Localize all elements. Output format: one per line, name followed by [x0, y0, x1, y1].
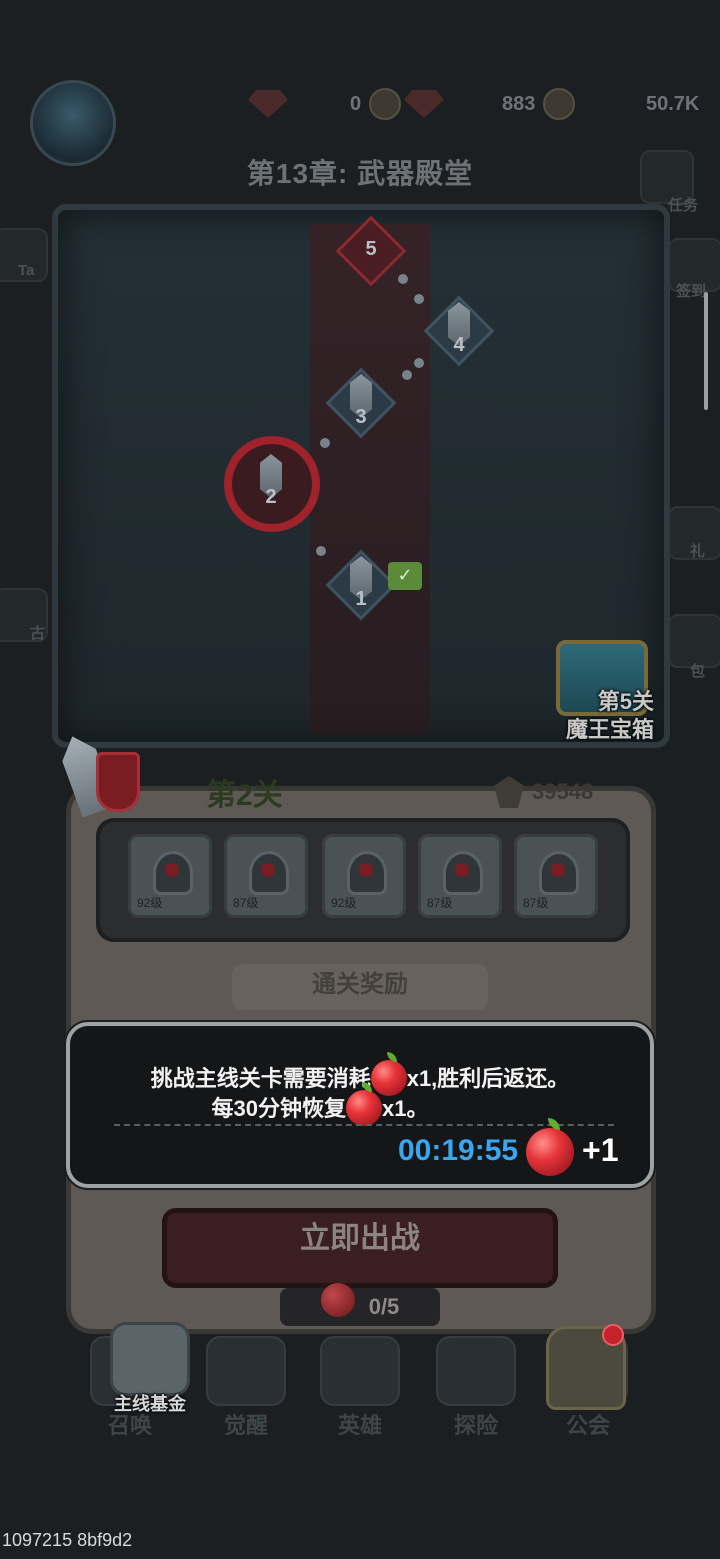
gold-count: 50.7K — [646, 92, 700, 115]
recovery-amount: +1 — [582, 1132, 619, 1168]
gem-dot — [551, 863, 565, 877]
ruby-resource[interactable]: 883 — [404, 84, 576, 124]
diamond-icon — [248, 90, 288, 118]
plus-icon[interactable] — [543, 88, 576, 120]
enemy-level: 87级 — [523, 896, 549, 910]
hero-icon — [320, 1336, 400, 1406]
enemy-card[interactable]: 87级 — [224, 834, 308, 918]
stage-node-5[interactable]: 5 — [335, 215, 407, 287]
gem-dot — [165, 863, 179, 877]
tooltip-text: 挑战主线关卡需要消耗 — [150, 1066, 371, 1091]
adventure-icon — [436, 1336, 516, 1406]
stamina-value: 0/5 — [368, 1294, 400, 1319]
nav-label: 公会 — [565, 1413, 610, 1438]
side-label-gift: 礼 — [690, 543, 706, 560]
chapter-map: 5 4 3 2 1 ✓ 第5关 魔王宝箱 — [52, 204, 670, 748]
tooltip-text: 每30分钟恢复 — [211, 1096, 346, 1121]
tooltip-text: x1,胜利后返还。 — [406, 1066, 570, 1091]
enemy-level: 87级 — [427, 896, 453, 910]
enemy-card[interactable]: 92级 — [322, 834, 406, 918]
chapter-title: 第13章: 武器殿堂 — [246, 158, 474, 189]
side-label-checkin: 签到 — [676, 283, 707, 300]
stage-number: 3 — [355, 406, 367, 428]
nav-label: 英雄 — [337, 1413, 382, 1438]
scrollbar[interactable] — [704, 292, 708, 410]
map-road — [310, 224, 430, 734]
shield-shape — [96, 752, 140, 812]
enemy-card[interactable]: 92级 — [128, 834, 212, 918]
ruby-count: 883 — [502, 92, 536, 115]
power-icon — [494, 776, 524, 808]
fund-label: 主线基金 — [114, 1394, 186, 1414]
tooltip-divider — [114, 1124, 614, 1126]
path-dot — [402, 370, 412, 380]
nav-awaken[interactable]: 觉醒 — [196, 1336, 296, 1440]
path-dot — [414, 294, 424, 304]
mainline-fund-button[interactable]: 主线基金 — [104, 1322, 196, 1414]
path-dot — [398, 274, 408, 284]
side-label-left-1: Ta — [18, 262, 35, 279]
nav-adventure[interactable]: 探险 — [426, 1336, 526, 1440]
wolf-icon — [110, 1322, 190, 1396]
apple-icon — [526, 1118, 574, 1176]
gem-dot — [359, 863, 373, 877]
stage-node-2[interactable]: 2 — [224, 436, 320, 532]
notification-badge — [602, 1324, 624, 1346]
reward-title: 通关奖励 — [232, 964, 488, 1010]
side-label-task: 任务 — [668, 197, 699, 214]
stage-number: 5 — [365, 238, 377, 260]
nav-label: 探险 — [453, 1413, 498, 1438]
stamina-tooltip[interactable]: 挑战主线关卡需要消耗 x1,胜利后返还。 每30分钟恢复 x1。 00:19:55 … — [66, 1022, 654, 1188]
fight-now-button[interactable]: 立即出战 — [162, 1208, 558, 1288]
path-dot — [316, 546, 326, 556]
stage-number: 2 — [265, 486, 277, 508]
path-dot — [414, 358, 424, 368]
nav-label: 觉醒 — [223, 1413, 268, 1438]
stamina-counter: 0/5 — [280, 1283, 440, 1326]
gem-dot — [261, 863, 275, 877]
enemy-level: 87级 — [233, 896, 259, 910]
tooltip-line-2: 每30分钟恢复 x1。 — [30, 1082, 610, 1126]
stage-number: 4 — [453, 334, 465, 356]
stage-node-1[interactable]: 1 — [325, 549, 397, 621]
nav-heroes[interactable]: 英雄 — [310, 1336, 410, 1440]
enemy-power: 39548 — [494, 776, 593, 808]
recovery-timer: 00:19:55 — [398, 1134, 519, 1167]
build-id: 1097215 8bf9d2 — [2, 1530, 133, 1550]
enemy-level: 92级 — [331, 896, 357, 910]
enemy-card[interactable]: 87级 — [418, 834, 502, 918]
side-label-left-2: 古 — [30, 625, 46, 642]
diamond-resource[interactable]: 0 — [248, 84, 402, 124]
cleared-flag-icon: ✓ — [388, 562, 422, 590]
awaken-icon — [206, 1336, 286, 1406]
gold-resource[interactable]: 50.7K — [646, 84, 699, 124]
tooltip-text: x1。 — [382, 1096, 429, 1121]
path-dot — [320, 438, 330, 448]
enemy-level: 92级 — [137, 896, 163, 910]
gem-dot — [455, 863, 469, 877]
side-label-pack: 包 — [690, 663, 706, 680]
plus-icon[interactable] — [369, 88, 402, 120]
stage-node-4[interactable]: 4 — [423, 295, 495, 367]
diamond-count: 0 — [350, 92, 362, 115]
stage-node-3[interactable]: 3 — [325, 367, 397, 439]
power-value: 39548 — [532, 779, 594, 804]
stage-number: 1 — [355, 588, 367, 610]
stage-emblem-icon — [50, 734, 146, 824]
chest-name-label: 魔王宝箱 — [565, 717, 654, 742]
apple-icon — [320, 1283, 355, 1317]
stage-name: 第2关 — [206, 779, 283, 812]
apple-icon — [346, 1082, 382, 1126]
ruby-icon — [404, 90, 444, 118]
enemy-list: 92级 87级 92级 87级 87级 — [96, 818, 630, 942]
enemy-card[interactable]: 87级 — [514, 834, 598, 918]
